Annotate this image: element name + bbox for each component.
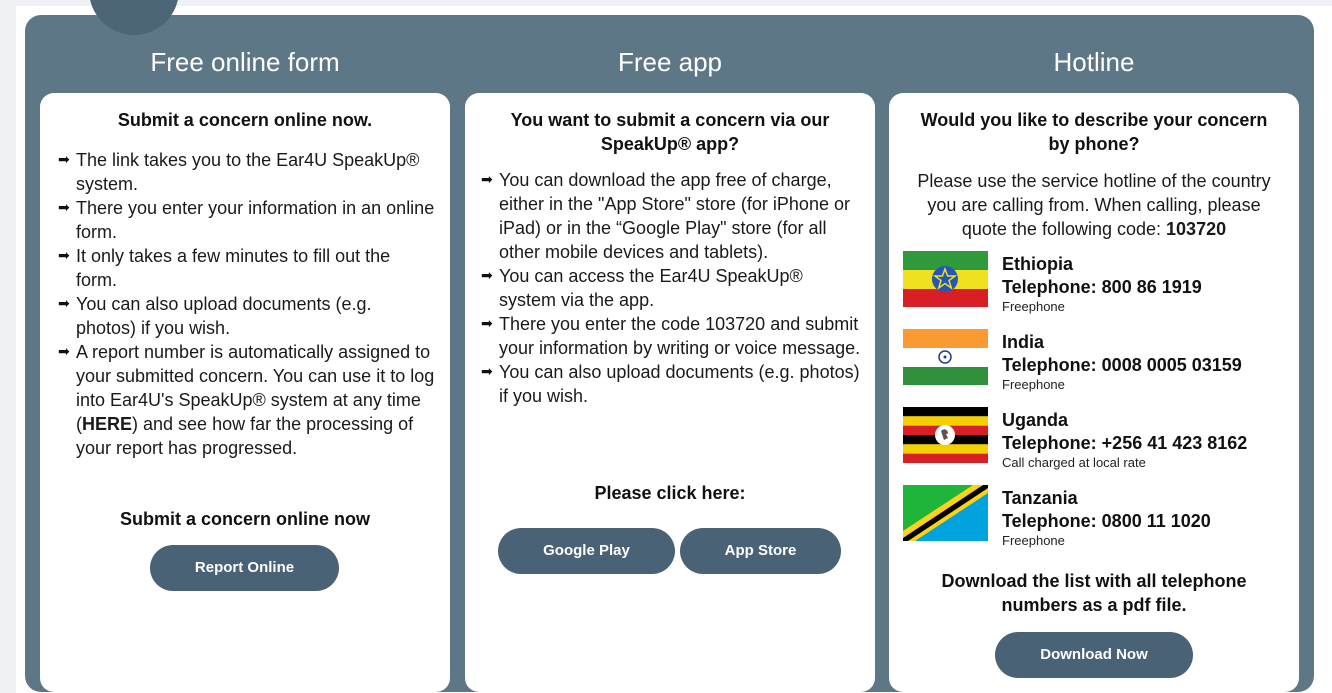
online-form-card: Submit a concern online now. ➡ The link t…: [40, 93, 450, 692]
list-item: ➡ You can download the app free of charge…: [481, 170, 850, 262]
download-heading: Download the list with all telephone num…: [941, 571, 1247, 615]
country-note: Freephone: [1002, 377, 1065, 392]
hotline-intro: Please use the service hotline of the co…: [917, 171, 1271, 239]
country-tanzania: Tanzania Telephone: 0800 11 1020 Freepho…: [1002, 487, 1211, 549]
country-telephone[interactable]: Telephone: +256 41 423 8162: [1002, 431, 1247, 455]
country-india: India Telephone: 0008 0005 03159 Freepho…: [1002, 331, 1242, 393]
country-telephone[interactable]: Telephone: 0800 11 1020: [1002, 509, 1211, 533]
column-title-app: Free app: [617, 47, 723, 77]
arrow-right-icon: ➡: [58, 199, 70, 215]
country-name: Ethiopia: [1002, 254, 1073, 274]
country-name: India: [1002, 332, 1045, 352]
arrow-right-icon: ➡: [58, 247, 70, 263]
column-title-hotline: Hotline: [1053, 47, 1135, 77]
online-heading: Submit a concern online now.: [117, 110, 373, 130]
report-online-button[interactable]: Report Online: [150, 545, 339, 591]
list-item: ➡ There you enter the code 103720 and sub…: [481, 314, 861, 358]
arrow-right-icon: ➡: [481, 267, 493, 283]
list-item: ➡ A report number is automatically assign…: [58, 342, 435, 458]
list-item: ➡ The link takes you to the Ear4U SpeakUp…: [58, 150, 420, 194]
uganda-flag-icon: [903, 407, 988, 463]
ethiopia-flag-icon: [903, 251, 988, 307]
arrow-right-icon: ➡: [58, 295, 70, 311]
arrow-right-icon: ➡: [481, 171, 493, 187]
app-bullet-list: ➡ You can download the app free of charge…: [481, 168, 861, 408]
app-cta-heading: Please click here:: [594, 483, 746, 503]
hotline-heading: Would you like to describe your concern …: [920, 110, 1268, 154]
list-item: ➡ It only takes a few minutes to fill out…: [58, 246, 391, 290]
list-item: ➡ You can also upload documents (e.g. pho…: [481, 362, 860, 406]
country-name: Uganda: [1002, 410, 1069, 430]
country-note: Call charged at local rate: [1002, 455, 1146, 470]
arrow-right-icon: ➡: [58, 343, 70, 359]
tanzania-flag-icon: [903, 485, 988, 541]
country-uganda: Uganda Telephone: +256 41 423 8162 Call …: [1002, 409, 1247, 471]
online-cta-heading: Submit a concern online now: [119, 509, 371, 529]
india-flag-icon: [903, 329, 988, 385]
arrow-right-icon: ➡: [481, 363, 493, 379]
contact-options-panel: Free online form Free app Hotline Submit…: [25, 0, 1314, 692]
hotline-code: 103720: [1166, 219, 1227, 239]
country-ethiopia: Ethiopia Telephone: 800 86 1919 Freephon…: [1002, 253, 1202, 315]
country-name: Tanzania: [1002, 488, 1078, 508]
app-heading: You want to submit a concern via our Spe…: [510, 110, 830, 154]
column-title-online: Free online form: [150, 47, 340, 77]
hotline-card: Would you like to describe your concern …: [889, 93, 1299, 692]
app-store-button[interactable]: App Store: [680, 528, 841, 574]
google-play-button[interactable]: Google Play: [498, 528, 675, 574]
arrow-right-icon: ➡: [58, 151, 70, 167]
arrow-right-icon: ➡: [481, 315, 493, 331]
list-item: ➡ You can access the Ear4U SpeakUp® syste…: [481, 266, 803, 310]
list-item: ➡ You can also upload documents (e.g. pho…: [58, 294, 372, 338]
country-telephone[interactable]: Telephone: 0008 0005 03159: [1002, 353, 1242, 377]
online-bullet-list: ➡ The link takes you to the Ear4U SpeakUp…: [58, 148, 436, 460]
country-telephone[interactable]: Telephone: 800 86 1919: [1002, 275, 1202, 299]
here-link[interactable]: HERE: [82, 414, 132, 434]
app-card: You want to submit a concern via our Spe…: [465, 93, 875, 692]
download-now-button[interactable]: Download Now: [995, 632, 1193, 678]
list-item: ➡ There you enter your information in an …: [58, 198, 435, 242]
country-note: Freephone: [1002, 533, 1065, 548]
country-note: Freephone: [1002, 299, 1065, 314]
decorative-circle: [89, 0, 179, 35]
